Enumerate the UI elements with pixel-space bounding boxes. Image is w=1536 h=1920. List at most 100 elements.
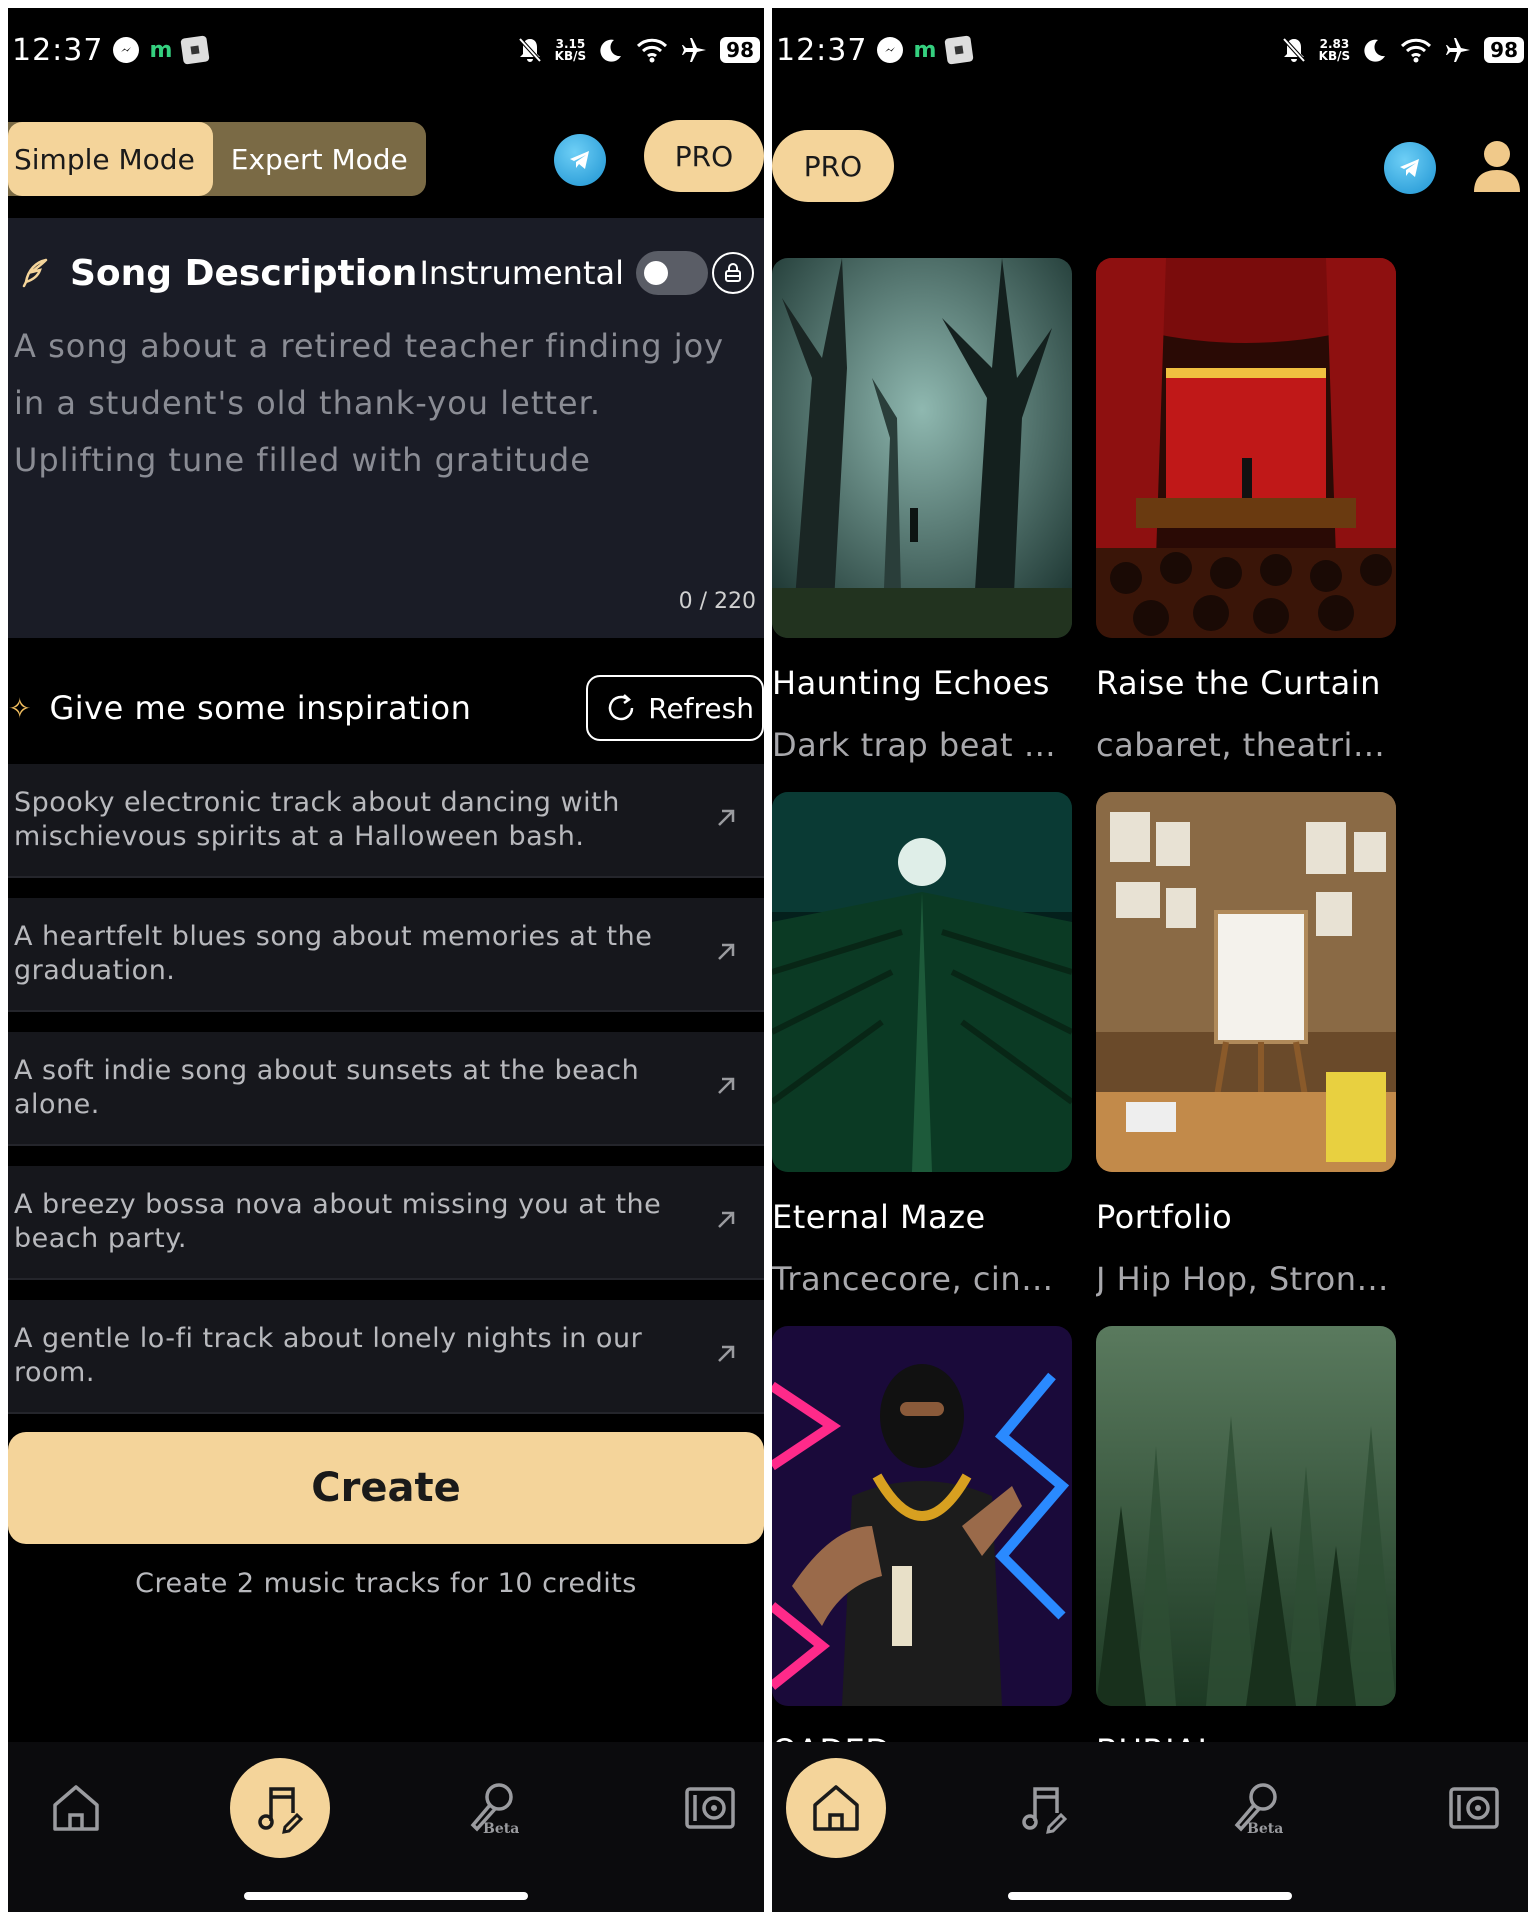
messenger-icon: [113, 37, 140, 63]
inspiration-header: ✧ Give me some inspiration Refresh: [8, 668, 764, 748]
song-card[interactable]: Portfolio J Hip Hop, Strong Ba...: [1096, 792, 1396, 1298]
music-note-icon: [258, 1787, 304, 1834]
character-counter: 0 / 220: [678, 589, 756, 614]
home-indicator: [244, 1892, 528, 1900]
airplane-icon: [1446, 38, 1471, 62]
explore-screen: 12:37 m 2.83 KB/S 98 PRO Haunting Echoes…: [772, 8, 1528, 1912]
sparkle-icon: ✧: [8, 691, 32, 725]
suggestion-item[interactable]: A gentle lo-fi track about lonely nights…: [8, 1300, 764, 1414]
status-time: 12:37: [12, 32, 104, 68]
telegram-icon[interactable]: [1384, 142, 1436, 194]
feather-icon: [22, 258, 48, 288]
battery-indicator: 98: [1484, 37, 1524, 63]
arrow-up-right-icon: [712, 1340, 752, 1372]
arrow-up-right-icon: [712, 804, 752, 836]
song-card[interactable]: Raise the Curtain cabaret, theatrical ja…: [1096, 258, 1396, 764]
suggestion-item[interactable]: Spooky electronic track about dancing wi…: [8, 764, 764, 878]
mute-bell-icon: [518, 37, 542, 63]
refresh-button[interactable]: Refresh: [586, 675, 764, 741]
m-app-icon: m: [149, 37, 173, 63]
roblox-icon: [180, 35, 211, 65]
microphone-icon: Beta: [470, 1783, 519, 1837]
suggestion-item[interactable]: A heartfelt blues song about memories at…: [8, 898, 764, 1012]
microphone-icon: Beta: [1234, 1783, 1283, 1837]
suggestion-item[interactable]: A soft indie song about sunsets at the b…: [8, 1032, 764, 1146]
song-cover-image: [1096, 1326, 1396, 1706]
refresh-label: Refresh: [648, 691, 754, 725]
bottom-nav: Beta: [772, 1742, 1528, 1912]
svg-text:Beta: Beta: [1247, 1821, 1283, 1837]
song-cover-image: [772, 792, 1072, 1172]
battery-indicator: 98: [720, 37, 760, 63]
m-app-icon: m: [913, 37, 937, 63]
nav-beta[interactable]: Beta: [1206, 1758, 1306, 1858]
refresh-icon: [609, 694, 634, 721]
home-icon: [813, 1785, 859, 1831]
expert-mode-tab[interactable]: Expert Mode: [213, 122, 426, 196]
nav-create[interactable]: [994, 1758, 1094, 1858]
svg-text:Beta: Beta: [483, 1821, 519, 1837]
home-icon: [53, 1785, 99, 1831]
bottom-nav: Beta: [8, 1742, 764, 1912]
wifi-icon: [637, 38, 668, 63]
status-bar: 12:37 m 2.83 KB/S 98: [772, 8, 1528, 92]
song-description-input[interactable]: A song about a retired teacher finding j…: [14, 318, 754, 489]
simple-mode-tab[interactable]: Simple Mode: [8, 122, 213, 196]
suggestion-item[interactable]: A breezy bossa nova about missing you at…: [8, 1166, 764, 1280]
song-description-card: Song Description Instrumental A song abo…: [8, 218, 764, 638]
airplane-icon: [682, 38, 707, 62]
nav-beta[interactable]: Beta: [442, 1758, 542, 1858]
instrumental-toggle[interactable]: [636, 251, 708, 295]
song-style: Dark trap beat with ...: [772, 726, 1072, 764]
song-cover-image: [772, 1326, 1072, 1706]
song-description-title: Song Description: [70, 252, 418, 294]
nav-library[interactable]: [1424, 1758, 1524, 1858]
arrow-up-right-icon: [712, 1072, 752, 1104]
mode-toggle: Simple Mode Expert Mode: [8, 122, 426, 196]
credits-note: Create 2 music tracks for 10 credits: [135, 1568, 637, 1599]
song-card[interactable]: Haunting Echoes Dark trap beat with ...: [772, 258, 1072, 764]
messenger-icon: [877, 37, 904, 63]
arrow-up-right-icon: [712, 1206, 752, 1238]
song-title: Eternal Maze: [772, 1198, 986, 1236]
arrow-up-right-icon: [712, 938, 752, 970]
song-title: Portfolio: [1096, 1198, 1233, 1236]
moon-icon: [1364, 39, 1386, 62]
song-card[interactable]: BURIAL: [1096, 1326, 1396, 1770]
inspiration-title: Give me some inspiration: [49, 689, 472, 727]
song-cover-image: [1096, 792, 1396, 1172]
nav-home[interactable]: [26, 1758, 126, 1858]
song-title: Haunting Echoes: [772, 664, 1050, 702]
nav-create[interactable]: [230, 1758, 330, 1858]
song-cover-image: [772, 258, 1072, 638]
lock-icon[interactable]: [712, 252, 754, 294]
song-style: J Hip Hop, Strong Ba...: [1096, 1260, 1396, 1298]
telegram-icon[interactable]: [554, 134, 606, 186]
moon-icon: [600, 39, 622, 62]
user-avatar-icon[interactable]: [1472, 138, 1522, 194]
library-icon: [685, 1787, 735, 1829]
home-indicator: [1008, 1892, 1292, 1900]
network-speed: 3.15 KB/S: [554, 37, 587, 63]
pro-button[interactable]: PRO: [644, 120, 764, 192]
nav-library[interactable]: [660, 1758, 760, 1858]
status-bar: 12:37 m 3.15 KB/S 98: [8, 8, 764, 92]
song-style: cabaret, theatrical ja...: [1096, 726, 1396, 764]
song-style: Trancecore, cinematic...: [772, 1260, 1072, 1298]
song-title: Raise the Curtain: [1096, 664, 1381, 702]
pro-button[interactable]: PRO: [772, 130, 894, 202]
network-speed: 2.83 KB/S: [1318, 37, 1351, 63]
mute-bell-icon: [1282, 37, 1306, 63]
song-card[interactable]: OADED: [772, 1326, 1072, 1770]
music-note-icon: [1022, 1787, 1068, 1834]
song-card[interactable]: Eternal Maze Trancecore, cinematic...: [772, 792, 1072, 1298]
create-button[interactable]: Create: [8, 1432, 764, 1544]
instrumental-label: Instrumental: [419, 254, 624, 292]
library-icon: [1449, 1787, 1499, 1829]
status-time: 12:37: [776, 32, 868, 68]
song-cover-image: [1096, 258, 1396, 638]
roblox-icon: [944, 35, 975, 65]
wifi-icon: [1401, 38, 1432, 63]
create-screen: 12:37 m 3.15 KB/S 98 Simple Mode Expert M…: [8, 8, 764, 1912]
nav-home[interactable]: [786, 1758, 886, 1858]
